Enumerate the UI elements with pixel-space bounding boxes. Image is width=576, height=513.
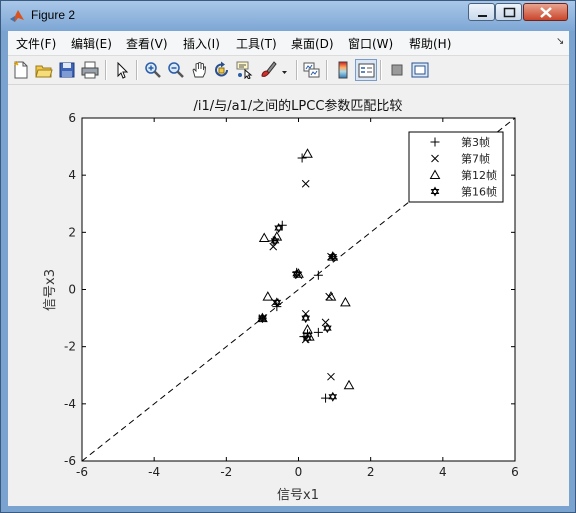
rotate-3d-icon — [215, 61, 228, 77]
save-button[interactable] — [56, 59, 78, 81]
toolbar-separator — [296, 60, 298, 80]
data-cursor-icon — [236, 61, 253, 79]
legend-entry: 第12帧 — [461, 168, 497, 182]
legend[interactable]: 第3帧第7帧第12帧第16帧 — [408, 131, 504, 203]
menu-help[interactable]: 帮助(H) — [409, 35, 451, 52]
pan-button[interactable] — [188, 59, 210, 81]
zoom-out-icon — [168, 62, 184, 78]
new-figure-button[interactable] — [10, 59, 32, 81]
insert-colorbar-button[interactable] — [332, 59, 354, 81]
x-tick-label: -2 — [220, 465, 232, 479]
show-plot-tools-button[interactable] — [409, 59, 431, 81]
figure-client-area: 文件(F) 编辑(E) 查看(V) 插入(I) 工具(T) 桌面(D) 窗口(W… — [8, 31, 569, 506]
menu-window[interactable]: 窗口(W) — [348, 35, 393, 52]
menu-file[interactable]: 文件(F) — [16, 35, 56, 52]
y-tick-label: 6 — [68, 111, 76, 125]
minimize-button[interactable] — [468, 3, 495, 21]
insert-legend-button[interactable] — [355, 59, 377, 81]
toolbar-separator — [326, 60, 328, 80]
hide-plot-tools-icon — [391, 64, 403, 76]
y-tick-label: 4 — [68, 168, 76, 182]
brush-dropdown[interactable] — [278, 59, 290, 81]
menu-tools[interactable]: 工具(T) — [236, 35, 277, 52]
x-tick-label: 2 — [367, 465, 375, 479]
insert-colorbar-icon — [338, 61, 348, 79]
y-tick-label: -2 — [64, 340, 76, 354]
figure-toolbar — [8, 56, 569, 85]
maximize-button[interactable] — [495, 3, 522, 21]
legend-entry: 第7帧 — [461, 152, 490, 166]
zoom-in-icon — [145, 62, 161, 78]
save-icon — [59, 62, 75, 78]
open-file-icon — [35, 65, 53, 78]
brush-icon — [261, 61, 277, 77]
open-file-button[interactable] — [33, 59, 55, 81]
figure-canvas[interactable]: /i1/与/a1/之间的LPCC参数匹配比较 -6 -4 -2 0 2 4 6 -6 -4 -2 0… — [8, 85, 569, 506]
edit-plot-button[interactable] — [111, 59, 133, 81]
print-icon — [81, 61, 99, 79]
data-cursor-button[interactable] — [234, 59, 256, 81]
show-plot-tools-icon — [411, 62, 429, 78]
legend-entry: 第3帧 — [461, 135, 490, 149]
close-button[interactable] — [523, 3, 568, 21]
figure-window: Figure 2 文件(F) 编辑(E) 查看(V) 插入(I) 工具(T) 桌… — [0, 0, 576, 513]
x-tick-label: 4 — [439, 465, 447, 479]
edit-plot-arrow-icon — [117, 61, 129, 79]
x-tick-label: 6 — [511, 465, 519, 479]
menu-desktop[interactable]: 桌面(D) — [291, 35, 334, 52]
zoom-out-button[interactable] — [165, 59, 187, 81]
close-icon — [540, 7, 552, 18]
toolbar-separator — [105, 60, 107, 80]
new-figure-icon — [14, 61, 28, 79]
x-tick-label: -4 — [148, 465, 160, 479]
title-bar[interactable]: Figure 2 — [1, 1, 575, 31]
menu-insert[interactable]: 插入(I) — [183, 35, 220, 52]
rotate-3d-button[interactable] — [211, 59, 233, 81]
y-tick-label: 2 — [68, 225, 76, 239]
maximize-icon — [503, 7, 516, 18]
hide-plot-tools-button[interactable] — [386, 59, 408, 81]
dock-arrow-icon[interactable]: ↘ — [556, 36, 564, 47]
link-plot-button[interactable] — [301, 59, 323, 81]
y-axis-label: 信号x3 — [43, 269, 58, 311]
toolbar-separator — [136, 60, 138, 80]
zoom-in-button[interactable] — [142, 59, 164, 81]
toolbar-separator — [380, 60, 382, 80]
link-plot-icon — [303, 62, 320, 78]
insert-legend-icon — [358, 63, 375, 78]
minimize-icon — [478, 15, 487, 17]
menu-bar: 文件(F) 编辑(E) 查看(V) 插入(I) 工具(T) 桌面(D) 窗口(W… — [8, 31, 569, 56]
pan-hand-icon — [192, 62, 206, 78]
x-axis-label: 信号x1 — [277, 488, 319, 503]
chart-title: /i1/与/a1/之间的LPCC参数匹配比较 — [194, 98, 403, 114]
y-tick-label: 0 — [68, 283, 76, 297]
y-tick-label: -4 — [64, 397, 76, 411]
brush-button[interactable] — [257, 59, 279, 81]
legend-entry: 第16帧 — [461, 185, 497, 199]
x-tick-label: 0 — [295, 465, 303, 479]
menu-view[interactable]: 查看(V) — [126, 35, 168, 52]
menu-edit[interactable]: 编辑(E) — [71, 35, 112, 52]
x-tick-label: -6 — [76, 465, 88, 479]
scatter-plot[interactable]: /i1/与/a1/之间的LPCC参数匹配比较 -6 -4 -2 0 2 4 6 -6 -4 -2 0… — [8, 85, 569, 506]
y-tick-label: -6 — [64, 454, 76, 468]
brush-dropdown-icon — [282, 71, 287, 74]
window-title: Figure 2 — [31, 8, 76, 22]
matlab-logo-icon — [9, 8, 25, 24]
print-button[interactable] — [79, 59, 101, 81]
